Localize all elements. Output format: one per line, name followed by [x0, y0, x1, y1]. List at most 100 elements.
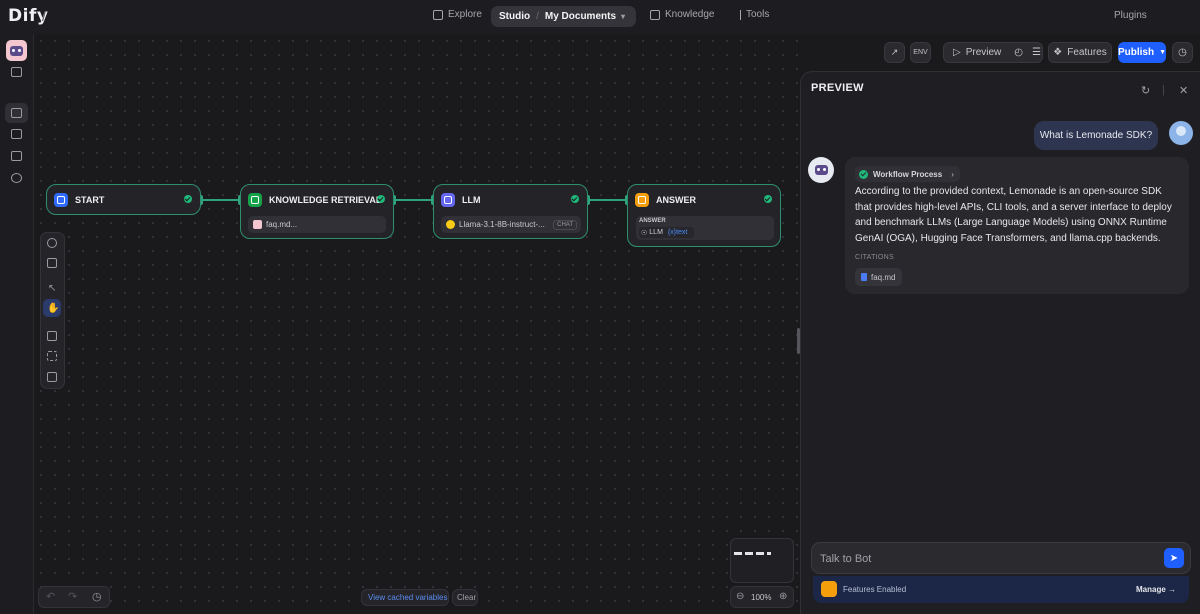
features-enabled-label: Features Enabled: [843, 585, 907, 594]
success-check-icon: [377, 195, 385, 203]
view-cached-label: View cached variables: [368, 593, 448, 602]
send-icon: ➤: [1169, 552, 1179, 564]
view-cached-variables-button[interactable]: View cached variables: [361, 589, 449, 606]
citations-label: CITATIONS: [855, 254, 894, 261]
minimap-toggle-icon[interactable]: [47, 372, 57, 382]
home-icon: [54, 193, 68, 207]
api-access-icon[interactable]: [11, 129, 22, 139]
add-note-icon[interactable]: [47, 258, 57, 268]
citation-file: faq.md: [871, 272, 896, 282]
features-label: Features: [1067, 47, 1107, 58]
clear-button[interactable]: Clear: [452, 589, 478, 606]
zoom-control[interactable]: ⊖ 100% ⊕: [730, 586, 794, 608]
preview-title: PREVIEW: [811, 82, 864, 94]
user-avatar: [1169, 121, 1193, 145]
minimap-node: [756, 552, 764, 555]
chevron-down-icon: ▼: [1159, 49, 1167, 56]
monitoring-icon[interactable]: [11, 173, 22, 183]
workflow-process-toggle[interactable]: Workflow Process ›: [855, 166, 960, 182]
minimap-node: [767, 552, 771, 555]
node-knowledge-retrieval[interactable]: KNOWLEDGE RETRIEVAL faq.md...: [240, 184, 394, 239]
env-button[interactable]: ↗: [884, 42, 905, 63]
user-message: What is Lemonade SDK?: [1034, 121, 1158, 150]
workflow-orchestrate-icon[interactable]: [11, 108, 22, 118]
minimap-node: [734, 552, 742, 555]
nav-tools[interactable]: Tools: [731, 9, 769, 20]
features-button[interactable]: ❖ Features: [1048, 42, 1112, 63]
app-name-dropdown[interactable]: My Documents: [545, 11, 616, 22]
node-knowledge-title: KNOWLEDGE RETRIEVAL: [269, 195, 382, 205]
export-image-icon[interactable]: [47, 331, 57, 341]
manage-link[interactable]: Manage →: [1136, 585, 1176, 594]
hammer-icon: [731, 9, 741, 20]
features-icon: ❖: [1053, 47, 1063, 58]
node-llm[interactable]: LLM Llama-3.1-8B-instruct-... CHAT: [433, 184, 588, 239]
breadcrumb-separator: /: [42, 8, 46, 24]
node-answer[interactable]: ANSWER ANSWER ☉ LLM {x}text: [627, 184, 781, 247]
history-icon: ◷: [1178, 47, 1187, 58]
edge-llm-answer[interactable]: [588, 199, 627, 201]
undo-icon[interactable]: ↶: [46, 590, 55, 603]
clear-label: Clear: [457, 593, 477, 602]
answer-label: ANSWER: [639, 218, 666, 224]
chevron-right-icon: ›: [951, 169, 954, 179]
node-start-title: START: [75, 195, 105, 205]
organize-blocks-icon[interactable]: [47, 351, 57, 361]
model-chip[interactable]: Llama-3.1-8B-instruct-... CHAT: [441, 216, 581, 233]
nav-explore[interactable]: Explore: [433, 9, 482, 20]
header-divider: |: [1162, 84, 1165, 96]
node-llm-header: LLM: [441, 193, 481, 207]
features-icon: [821, 581, 837, 597]
publish-label: Publish: [1117, 47, 1155, 58]
nav-studio[interactable]: Studio / My Documents ▾: [491, 6, 636, 27]
citation-chip[interactable]: faq.md: [855, 268, 902, 286]
env-variables-button[interactable]: ENV: [910, 42, 931, 63]
publish-button[interactable]: Publish ▼: [1118, 42, 1166, 63]
edge-start-knowledge[interactable]: [201, 199, 240, 201]
send-button[interactable]: ➤: [1164, 548, 1184, 568]
minimap[interactable]: [730, 538, 794, 583]
node-answer-header: ANSWER: [635, 193, 696, 207]
nav-knowledge-label: Knowledge: [665, 9, 715, 20]
version-history-button[interactable]: ◷: [1172, 42, 1193, 63]
success-check-icon: [859, 169, 868, 179]
chat-input[interactable]: [820, 551, 1140, 567]
redo-icon[interactable]: ↷: [68, 590, 77, 603]
success-check-icon: [571, 195, 579, 203]
node-start[interactable]: START: [46, 184, 201, 215]
zoom-out-icon[interactable]: ⊖: [736, 591, 744, 602]
preview-button-group: ▷ Preview ◴ ☰: [943, 42, 1043, 63]
user-message-text: What is Lemonade SDK?: [1039, 130, 1153, 141]
nav-plugins[interactable]: Plugins: [1114, 10, 1147, 21]
variable-name: {x}text: [667, 229, 688, 236]
export-icon: ↗: [890, 47, 899, 57]
dataset-chip[interactable]: faq.md...: [248, 216, 386, 233]
pointer-icon[interactable]: ↖: [48, 283, 56, 294]
llm-icon: [441, 193, 455, 207]
workflow-canvas[interactable]: [34, 34, 800, 614]
lemon-icon: [446, 220, 455, 229]
checklist-icon[interactable]: ☰: [1032, 47, 1041, 58]
nav-tools-label: Tools: [746, 9, 770, 20]
zoom-level: 100%: [751, 593, 772, 602]
bot-answer-text: According to the provided context, Lemon…: [855, 186, 1172, 245]
answer-variable-chip[interactable]: ☉ LLM {x}text: [639, 227, 694, 238]
env-icon: ENV: [913, 49, 928, 56]
history-icon[interactable]: ◷: [92, 590, 102, 603]
app-avatar[interactable]: [6, 40, 27, 61]
restart-icon[interactable]: ↻: [1141, 84, 1150, 97]
close-icon[interactable]: ✕: [1179, 84, 1188, 97]
edge-knowledge-llm[interactable]: [394, 199, 433, 201]
add-node-icon[interactable]: [47, 238, 57, 248]
logs-icon[interactable]: [11, 151, 22, 161]
hand-icon[interactable]: ✋: [47, 303, 59, 314]
nav-knowledge[interactable]: Knowledge: [650, 9, 714, 20]
run-history-icon[interactable]: ◴: [1014, 47, 1023, 58]
switch-icon[interactable]: [11, 67, 22, 77]
variable-node: LLM: [649, 229, 663, 236]
dataset-name: faq.md...: [266, 220, 298, 229]
chat-mode-badge: CHAT: [553, 219, 577, 230]
preview-button[interactable]: Preview: [966, 47, 1002, 58]
zoom-in-icon[interactable]: ⊕: [779, 591, 787, 602]
minimap-node: [745, 552, 753, 555]
